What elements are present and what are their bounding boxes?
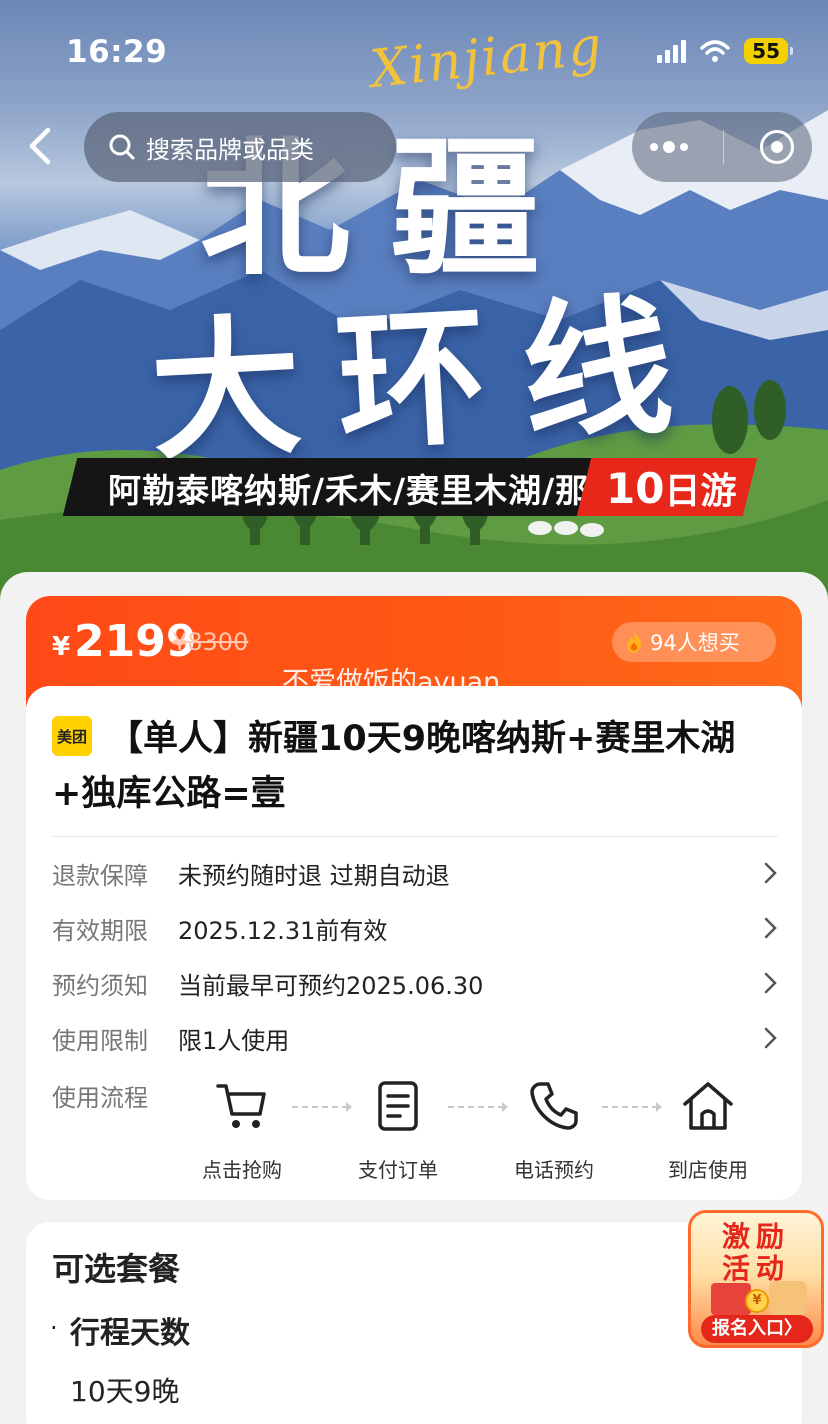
days-text: 10日游: [606, 462, 736, 514]
info-row-label: 使用限制: [52, 1026, 148, 1055]
cup-icon: [769, 1281, 807, 1317]
chevron-right-icon: [764, 917, 777, 939]
hero-title-line2: 大环线: [146, 276, 713, 482]
back-arrow-icon[interactable]: [22, 124, 62, 168]
battery-icon: 55: [744, 38, 793, 64]
info-row-refund[interactable]: 退款保障 未预约随时退 过期自动退: [52, 853, 782, 893]
route-text: 阿勒泰喀纳斯/禾木/赛里木湖/那拉提: [108, 471, 658, 510]
package-subtitle: 行程天数: [70, 1316, 190, 1351]
cart-icon: [216, 1084, 266, 1128]
info-row-value: 限1人使用: [178, 1026, 290, 1055]
want-count-pill: 94人想买: [612, 622, 776, 662]
status-icons: 55: [657, 38, 793, 64]
promo-cta-label: 报名入口: [712, 1318, 784, 1339]
search-input[interactable]: 搜索品牌或品类: [84, 112, 396, 182]
price-original: ¥8300: [172, 628, 249, 656]
flow-step-label: 电话预约: [514, 1158, 594, 1182]
chevron-right-icon: [764, 972, 777, 994]
divider: [52, 836, 778, 837]
target-icon[interactable]: [760, 130, 795, 164]
package-title: 可选套餐: [52, 1250, 181, 1288]
flow-step-label: 到店使用: [668, 1158, 748, 1182]
capsule-divider: [723, 130, 725, 164]
more-dots-icon[interactable]: [649, 141, 688, 153]
package-bullet: ·: [50, 1314, 58, 1342]
search-icon: [109, 134, 135, 160]
meituan-badge: 美团: [52, 716, 92, 756]
mini-program-capsule: [632, 112, 812, 182]
fire-icon: [627, 631, 642, 653]
promo-float-button[interactable]: 激励 活动 ¥ 报名入口〉: [688, 1210, 824, 1348]
watermark: 不爱做饭的ayuan: [282, 667, 501, 698]
info-row-value: 未预约随时退 过期自动退: [178, 861, 450, 890]
info-row-booking[interactable]: 预约须知 当前最早可预约2025.06.30: [52, 963, 782, 1003]
info-row-limit[interactable]: 使用限制 限1人使用: [52, 1018, 782, 1058]
days-number: 10: [606, 464, 665, 513]
flow-label: 使用流程: [52, 1084, 148, 1112]
flow-step-label: 支付订单: [358, 1158, 438, 1182]
info-row-label: 有效期限: [52, 916, 148, 945]
flow-step-store: 到店使用: [648, 1078, 768, 1183]
info-row-value: 当前最早可预约2025.06.30: [178, 971, 484, 1000]
status-time: 16:29: [66, 34, 168, 70]
coin-icon: ¥: [745, 1289, 769, 1313]
phone-icon: [530, 1082, 578, 1130]
hero-banner: Xinjiang 北疆 大环线 阿勒泰喀纳斯/禾木/赛里木湖/那拉提 10日游 …: [0, 0, 828, 610]
flow-step-label: 点击抢购: [202, 1158, 282, 1182]
chevron-right-icon: [764, 1027, 777, 1049]
product-title: 【单人】新疆10天9晚喀纳斯+赛里木湖+独库公路=壹: [52, 719, 736, 814]
info-row-label: 退款保障: [52, 861, 148, 890]
days-unit: 日游: [664, 471, 737, 512]
chevron-right-icon: [764, 862, 777, 884]
promo-cta-arrow: 〉: [784, 1318, 802, 1339]
signal-icon: [657, 39, 687, 63]
wifi-icon: [700, 40, 730, 62]
package-option[interactable]: 10天9晚: [70, 1370, 179, 1410]
info-row-value: 2025.12.31前有效: [178, 916, 388, 945]
flow-step-call: 电话预约: [494, 1078, 614, 1183]
want-count: 94人想买: [650, 631, 740, 655]
info-row-label: 预约须知: [52, 971, 148, 1000]
home-icon: [683, 1082, 733, 1130]
info-row-validity[interactable]: 有效期限 2025.12.31前有效: [52, 908, 782, 948]
document-icon: [378, 1081, 418, 1131]
price-currency: ¥: [52, 632, 71, 662]
search-placeholder: 搜索品牌或品类: [146, 135, 314, 164]
flow-step-buy: 点击抢购: [182, 1078, 302, 1183]
flow-step-pay: 支付订单: [338, 1078, 458, 1183]
promo-cta: 报名入口〉: [701, 1315, 813, 1343]
